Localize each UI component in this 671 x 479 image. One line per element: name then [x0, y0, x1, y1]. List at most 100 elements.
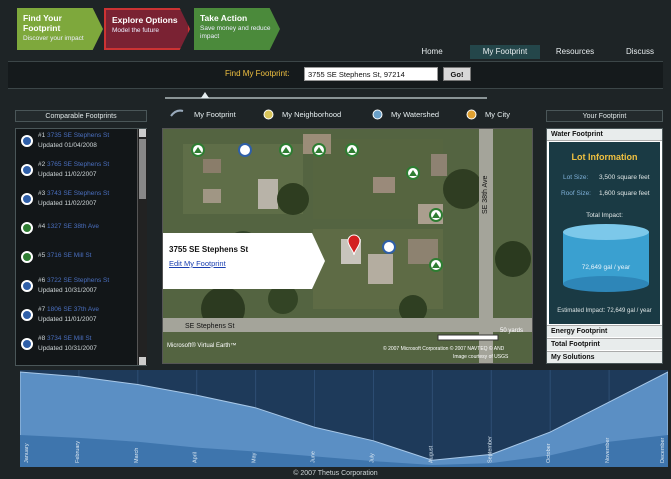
scale-bar: [437, 334, 499, 341]
popup-title: 3755 SE Stephens St: [169, 245, 249, 254]
list-item[interactable]: #3 3743 SE Stephens St Updated 11/02/200…: [18, 187, 136, 215]
slider-handle[interactable]: [201, 92, 209, 98]
list-item[interactable]: #8 3734 SE Mill St Updated 10/31/2007: [18, 332, 136, 360]
scroll-up-arrow[interactable]: [139, 129, 146, 137]
item-rank: #3: [38, 190, 46, 197]
list-item[interactable]: #5 3716 SE Mill St: [18, 245, 136, 273]
item-name[interactable]: 3722 SE Stephens St: [47, 277, 109, 284]
chart-month-label: January: [24, 443, 30, 463]
list-item[interactable]: #2 3765 SE Stephens St Updated 11/02/200…: [18, 158, 136, 186]
your-footprint-panel: Water Footprint Lot Information Lot Size…: [546, 128, 663, 364]
view-slider-track[interactable]: [165, 97, 487, 99]
lot-size-label: Lot Size:: [563, 174, 589, 181]
item-name[interactable]: 3716 SE Mill St: [47, 252, 91, 259]
tab-my-watershed[interactable]: My Watershed: [391, 110, 439, 119]
scroll-thumb[interactable]: [139, 139, 146, 199]
chart-month-label: July: [369, 453, 375, 463]
item-name[interactable]: 1327 SE 38th Ave: [47, 223, 99, 230]
watershed-icon: [372, 109, 383, 120]
step-subtitle: Save money and reduce impact: [200, 25, 271, 40]
item-rank: #2: [38, 161, 46, 168]
water-drop-icon: [21, 135, 33, 147]
list-item[interactable]: #7 1806 SE 37th Ave Updated 11/01/2007: [18, 303, 136, 331]
item-rank: #5: [38, 252, 46, 259]
comparable-footprints-list: #1 3735 SE Stephens St Updated 01/04/200…: [15, 128, 147, 366]
street-label-stephens: SE Stephens St: [185, 323, 234, 330]
water-drop-marker-icon[interactable]: [382, 240, 396, 254]
scroll-down-arrow[interactable]: [139, 357, 146, 365]
edit-footprint-link[interactable]: Edit My Footprint: [169, 259, 226, 268]
item-name[interactable]: 3743 SE Stephens St: [47, 190, 109, 197]
item-name[interactable]: 3734 SE Mill St: [47, 335, 91, 342]
water-tank-icon: [563, 224, 649, 292]
step-subtitle: Discover your impact: [23, 35, 84, 42]
chart-month-label: August: [428, 445, 434, 463]
item-rank: #8: [38, 335, 46, 342]
item-rank: #7: [38, 306, 46, 313]
item-rank: #4: [38, 223, 46, 230]
tab-my-neighborhood[interactable]: My Neighborhood: [282, 110, 341, 119]
chart-month-label: February: [75, 441, 81, 463]
step-take-action[interactable]: Take Action Save money and reduce impact: [194, 8, 280, 50]
chart-month-label: May: [252, 452, 258, 463]
my-solutions-header[interactable]: My Solutions: [547, 351, 662, 363]
step-find-footprint[interactable]: Find Your Footprint Discover your impact: [17, 8, 103, 50]
nav-home[interactable]: Home: [397, 45, 467, 59]
chart-month-label: April: [193, 452, 199, 463]
water-drop-marker-icon[interactable]: [238, 143, 252, 157]
item-name[interactable]: 1806 SE 37th Ave: [47, 306, 99, 313]
total-footprint-header[interactable]: Total Footprint: [547, 338, 662, 350]
lot-size-value: 3,500 square feet: [599, 174, 650, 181]
water-drop-icon: [21, 164, 33, 176]
chart-month-label: December: [660, 437, 666, 463]
tab-my-city[interactable]: My City: [485, 110, 510, 119]
neighborhood-icon: [263, 109, 274, 120]
item-rank: #1: [38, 132, 46, 139]
street-label-38th: SE 38th Ave: [482, 175, 489, 214]
chart-month-label: March: [134, 448, 140, 463]
map-credit-usgs: Image courtesy of USGS: [453, 354, 509, 360]
footprint-icon: [170, 109, 184, 117]
nav-my-footprint[interactable]: My Footprint: [470, 45, 540, 59]
location-popup: 3755 SE Stephens St Edit My Footprint: [163, 233, 325, 289]
footer-copyright: © 2007 Thetus Corporation: [293, 470, 378, 477]
water-drop-icon: [21, 338, 33, 350]
water-drop-icon: [21, 309, 33, 321]
item-name[interactable]: 3765 SE Stephens St: [47, 161, 109, 168]
address-input[interactable]: 3755 SE Stephens St, 97214: [304, 67, 438, 81]
item-updated: Updated 11/01/2007: [38, 316, 97, 323]
item-rank: #6: [38, 277, 46, 284]
item-name[interactable]: 3735 SE Stephens St: [47, 132, 109, 139]
city-icon: [466, 109, 477, 120]
list-item[interactable]: #4 1327 SE 38th Ave: [18, 216, 136, 244]
list-scrollbar[interactable]: [137, 129, 147, 365]
item-updated: Updated 11/02/2007: [38, 171, 97, 178]
comparable-footprints-heading: Comparable Footprints: [15, 110, 147, 122]
water-drop-icon: [21, 193, 33, 205]
chart-month-label: September: [487, 436, 493, 463]
go-button[interactable]: Go!: [443, 67, 471, 81]
energy-footprint-header[interactable]: Energy Footprint: [547, 325, 662, 337]
step-explore-options[interactable]: Explore Options Model the future: [104, 8, 190, 50]
list-item[interactable]: #1 3735 SE Stephens St Updated 01/04/200…: [18, 129, 136, 157]
triangle-icon: [21, 251, 33, 263]
triangle-icon: [21, 222, 33, 234]
nav-resources[interactable]: Resources: [543, 45, 607, 59]
aerial-map[interactable]: SE Stephens St SE 38th Ave 50 yards Micr…: [162, 128, 533, 364]
nav-discuss[interactable]: Discuss: [610, 45, 670, 59]
map-brand: Microsoft® Virtual Earth™: [167, 342, 236, 349]
your-footprint-heading: Your Footprint: [546, 110, 663, 122]
water-drop-icon: [21, 280, 33, 292]
item-updated: Updated 10/31/2007: [38, 345, 97, 352]
list-item[interactable]: #6 3722 SE Stephens St Updated 10/31/200…: [18, 274, 136, 302]
map-credit: © 2007 Microsoft Corporation © 2007 NAVT…: [383, 345, 505, 352]
estimated-impact: Estimated Impact: 72,649 gal / year: [557, 308, 652, 314]
monthly-impact-chart: January February March April May June July Augu…: [20, 370, 668, 467]
chart-month-label: October: [546, 443, 552, 463]
item-updated: Updated 11/02/2007: [38, 200, 97, 207]
roof-size-value: 1,600 square feet: [599, 190, 650, 197]
total-impact-label: Total Impact:: [586, 212, 623, 219]
lot-title: Lot Information: [571, 152, 638, 162]
tab-my-footprint[interactable]: My Footprint: [194, 110, 236, 119]
water-footprint-header[interactable]: Water Footprint: [547, 129, 662, 141]
